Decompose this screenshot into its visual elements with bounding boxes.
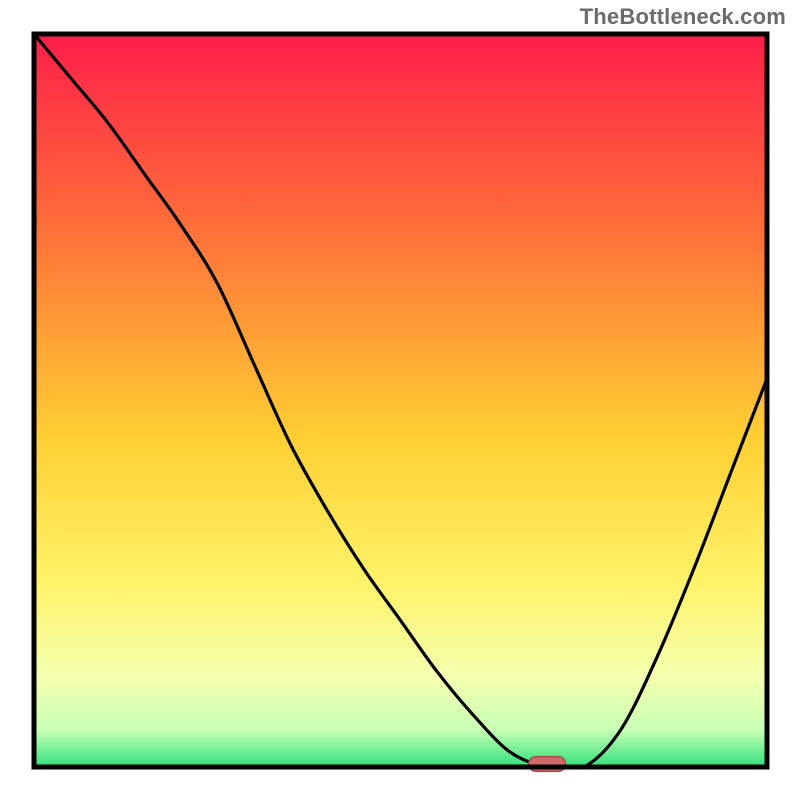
bottleneck-chart (0, 0, 800, 800)
plot-area (34, 34, 767, 771)
chart-stage: TheBottleneck.com (0, 0, 800, 800)
